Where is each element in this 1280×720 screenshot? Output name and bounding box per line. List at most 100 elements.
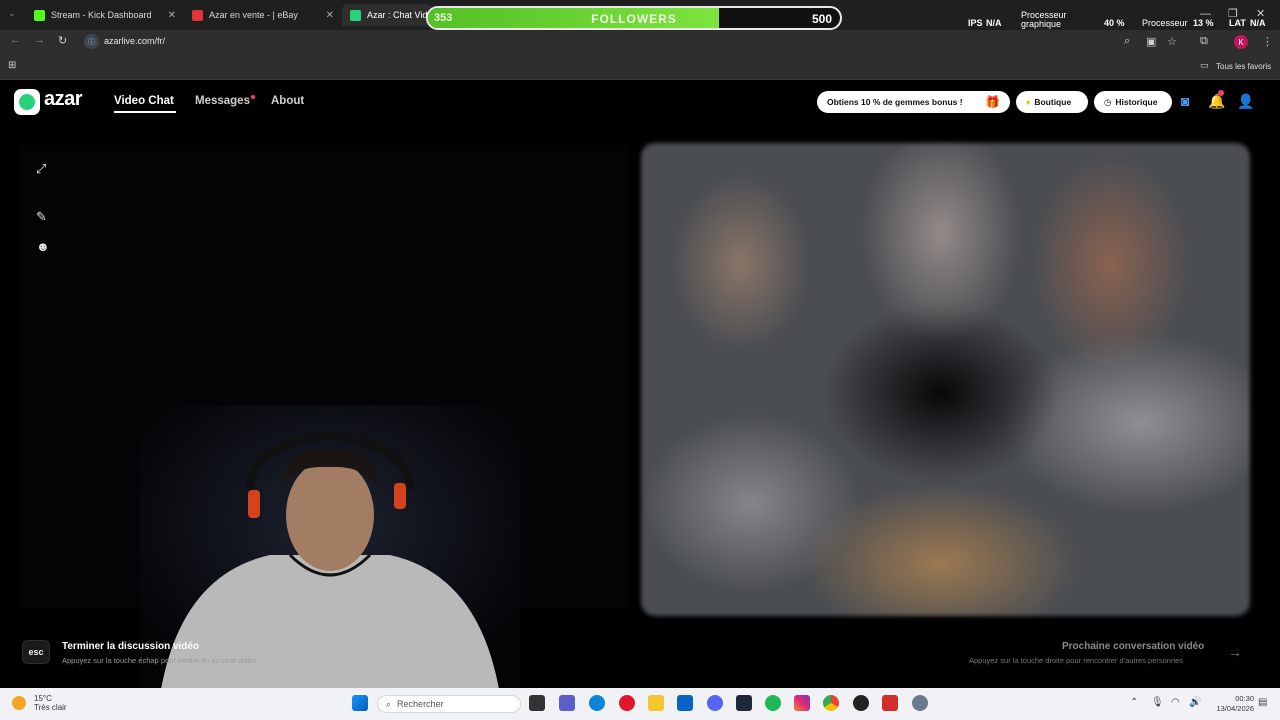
end-chat-subtitle: Appuyez sur la touche échap pour mettre … [62,656,258,665]
teams-icon[interactable] [559,695,575,711]
folder-icon: ▭ [1200,60,1209,70]
windows-taskbar: 15°C Très clair ⌕ Rechercher ⌃ 🎙 ◠ 🔊 00:… [0,688,1280,720]
apps-grid-icon[interactable]: ⊞ [8,60,16,71]
promo-label: Obtiens 10 % de gemmes bonus ! [827,97,963,107]
next-chat-subtitle: Appuyez sur la touche droite pour rencon… [969,656,1184,665]
taskbar-search[interactable]: ⌕ Rechercher [377,695,521,713]
nav-messages[interactable]: Messages [195,95,250,107]
gem-bonus-promo-button[interactable]: Obtiens 10 % de gemmes bonus ! 🎁 [817,91,1010,113]
all-bookmarks-link[interactable]: Tous les favoris [1216,62,1271,71]
address-bar-row [0,30,1280,54]
lat-label: LAT [1229,18,1246,28]
followers-label: FOLLOWERS [591,12,677,26]
tab-list-chevron-icon[interactable]: ⌄ [8,8,16,19]
bookmarks-bar [0,54,1280,80]
menu-kebab-icon[interactable]: ⋮ [1262,35,1273,48]
tray-chevron-icon[interactable]: ⌃ [1130,697,1138,708]
end-chat-title[interactable]: Terminer la discussion vidéo [62,641,199,652]
clock-icon: ◷ [1104,96,1112,107]
self-video-panel: ⤢ ✎ ☻ [20,145,629,700]
close-tab-icon[interactable]: ✕ [326,10,334,21]
edge-icon[interactable] [589,695,605,711]
discord-icon[interactable] [707,695,723,711]
taskbar-clock[interactable]: 00:30 13/04/2026 [1204,694,1254,714]
history-button[interactable]: ◷ Historique [1094,91,1172,113]
reload-icon[interactable]: ↻ [58,34,67,47]
gpu-label-2: graphique [1021,19,1062,29]
obs-icon[interactable] [853,695,869,711]
windows-start-icon[interactable] [352,695,368,711]
next-chat-title[interactable]: Prochaine conversation vidéo [1062,641,1204,652]
extensions-icon[interactable]: ⧉ [1200,35,1208,48]
chat-bubble-icon[interactable]: ◙ [1181,93,1189,109]
instagram-icon[interactable] [794,695,810,711]
tab-azar[interactable]: Azar : Chat Vidéo [342,4,437,26]
weather-desc: Très clair [34,703,67,712]
history-label: Historique [1115,97,1158,107]
app-icon[interactable] [882,695,898,711]
azar-logo-icon[interactable] [14,89,40,115]
search-placeholder: Rechercher [397,699,444,709]
settings-icon[interactable] [912,695,928,711]
gpu-value: 40 % [1104,18,1125,28]
search-icon: ⌕ [386,698,392,709]
followers-goal-bar: 353 FOLLOWERS 500 [426,6,842,30]
profile-icon[interactable]: 👤 [1237,93,1254,110]
microphone-icon[interactable]: 🎙 [1151,697,1164,708]
expand-icon[interactable]: ⤢ [36,161,46,177]
task-view-icon[interactable] [529,695,545,711]
messages-notification-dot [251,95,255,99]
url-field[interactable]: azarlive.com/fr/ [104,36,165,46]
opera-icon[interactable] [619,695,635,711]
profile-avatar[interactable]: K [1234,35,1248,49]
gem-icon: ♦ [1026,97,1031,107]
spotify-icon[interactable] [765,695,781,711]
tab-ebay[interactable]: Azar en vente - | eBay ✕ [184,4,340,26]
ips-value: N/A [986,18,1002,28]
ips-label: IPS [968,18,983,28]
cpu-value: 13 % [1193,18,1214,28]
shop-button[interactable]: ♦ Boutique [1016,91,1088,113]
active-nav-underline [114,111,176,113]
partner-video-panel [641,143,1250,616]
back-icon[interactable]: ← [10,34,21,46]
close-tab-icon[interactable]: ✕ [168,10,176,21]
bookmark-star-icon[interactable]: ☆ [1167,35,1177,48]
nav-about[interactable]: About [271,95,304,107]
ebay-favicon-icon [192,9,203,21]
shop-label: Boutique [1034,97,1072,107]
notification-bell-icon[interactable]: 🔔 [1208,93,1225,110]
volume-icon[interactable]: 🔊 [1189,697,1201,708]
notification-badge [1218,90,1224,96]
gift-icon: 🎁 [985,95,1000,109]
steam-icon[interactable] [736,695,752,711]
wifi-icon[interactable]: ◠ [1171,697,1180,708]
store-icon[interactable] [677,695,693,711]
azar-favicon-icon [350,9,361,21]
next-arrow-icon[interactable]: → [1228,644,1242,660]
chrome-icon[interactable] [823,695,839,711]
forward-icon[interactable]: → [34,34,45,46]
tab-title: Stream - Kick Dashboard [51,10,152,20]
temperature: 15°C [34,694,52,703]
tab-kick-dashboard[interactable]: Stream - Kick Dashboard ✕ [26,4,182,26]
notifications-icon[interactable]: ▤ [1258,697,1267,708]
cpu-label: Processeur [1142,18,1188,28]
file-explorer-icon[interactable] [648,695,664,711]
magic-wand-icon[interactable]: ✎ [36,209,47,225]
weather-widget[interactable]: 15°C Très clair [34,694,67,712]
site-info-icon[interactable]: ⓘ [84,34,99,49]
lat-value: N/A [1250,18,1266,28]
tab-title: Azar en vente - | eBay [209,10,298,20]
weather-sun-icon [12,696,26,710]
zoom-icon[interactable]: ⌕ [1124,35,1130,48]
nav-video-chat[interactable]: Video Chat [114,95,174,107]
screen: ⌄ Stream - Kick Dashboard ✕ Azar en vent… [0,0,1280,720]
esc-key-button[interactable]: esc [22,640,50,664]
kick-favicon-icon [34,9,45,21]
followers-goal: 500 [811,12,832,26]
sticker-icon[interactable]: ☻ [36,239,50,254]
clock-date: 13/04/2026 [1216,704,1254,713]
azar-logo-text[interactable]: azar [44,88,83,111]
cast-icon[interactable]: ▣ [1146,35,1156,48]
